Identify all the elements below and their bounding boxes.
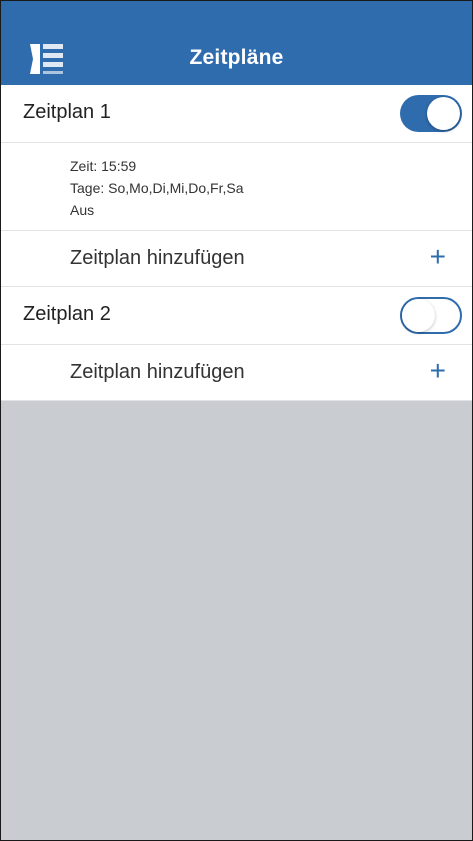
page-title: Zeitpläne: [189, 46, 284, 69]
navigation-bar: Zeitpläne: [1, 1, 472, 85]
schedule-2-label: Zeitplan 2: [23, 303, 111, 325]
toggle-knob: [402, 299, 435, 332]
schedule-2-toggle[interactable]: [400, 297, 462, 334]
schedule-2-add-button[interactable]: Zeitplan hinzufügen +: [1, 345, 472, 401]
schedule-1-label: Zeitplan 1: [23, 101, 111, 123]
toggle-knob: [427, 97, 460, 130]
schedule-1-days: Tage: So,Mo,Di,Mi,Do,Fr,Sa: [70, 180, 244, 196]
schedule-list: Zeitplan 1 Zeit: 15:59 Tage: So,Mo,Di,Mi…: [1, 85, 472, 401]
schedule-1-time: Zeit: 15:59: [70, 158, 137, 174]
schedule-1-toggle[interactable]: [400, 95, 462, 132]
app-frame: Zeitpläne Zeitplan 1 Zeit: 15:59 Tage: S…: [0, 0, 473, 841]
schedule-1-action: Aus: [70, 202, 95, 218]
add-schedule-label: Zeitplan hinzufügen: [70, 361, 245, 383]
add-schedule-label: Zeitplan hinzufügen: [70, 247, 245, 269]
schedule-1-details[interactable]: Zeit: 15:59 Tage: So,Mo,Di,Mi,Do,Fr,Sa A…: [1, 143, 472, 231]
plus-icon[interactable]: +: [430, 357, 446, 385]
schedule-1-add-button[interactable]: Zeitplan hinzufügen +: [1, 231, 472, 287]
schedule-2-header: Zeitplan 2: [1, 287, 472, 345]
plus-icon[interactable]: +: [430, 243, 446, 271]
schedule-1-header: Zeitplan 1: [1, 85, 472, 143]
